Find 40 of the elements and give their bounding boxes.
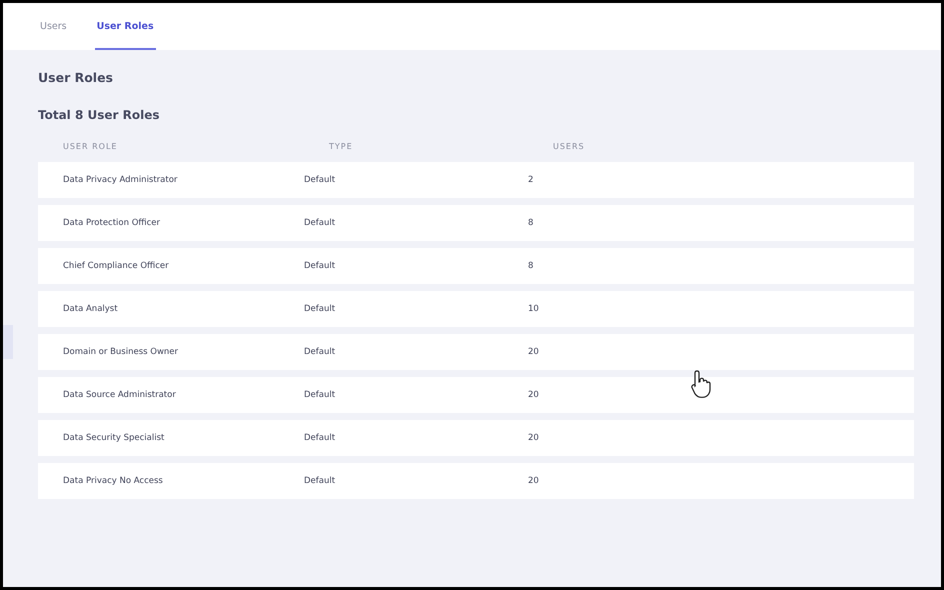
- table-cell-text: Default: [304, 261, 336, 271]
- table-cell-text: Data Analyst: [63, 304, 119, 314]
- table-cell-text: Data Privacy Administrator: [63, 175, 178, 185]
- table-cell-text: Domain or Business Owner: [63, 347, 180, 357]
- table-row[interactable]: Data Source Administrator Default 20: [38, 377, 914, 413]
- page-title: User Roles: [38, 70, 114, 85]
- table-row[interactable]: Data Privacy No Access Default 20: [38, 463, 914, 499]
- table-row[interactable]: Data Privacy Administrator Default 2: [38, 162, 914, 198]
- table-row[interactable]: Chief Compliance Officer Default 8: [38, 248, 914, 284]
- column-header: USERS: [552, 142, 586, 151]
- tab[interactable]: User Roles: [94, 3, 156, 50]
- total-count: Total 8 User Roles: [38, 108, 160, 122]
- table-row[interactable]: Data Analyst Default 10: [38, 291, 914, 327]
- table-cell-text: 20: [528, 390, 540, 400]
- table-cell-text: Default: [304, 390, 336, 400]
- table-cell-text: Chief Compliance Officer: [63, 261, 170, 271]
- table-cell-text: Default: [304, 218, 336, 228]
- table-cell-text: Data Security Specialist: [63, 433, 166, 443]
- side-handle[interactable]: [3, 325, 13, 359]
- column-header: USER ROLE: [62, 142, 118, 151]
- table-cell-text: 20: [528, 433, 540, 443]
- table-cell-text: Data Privacy No Access: [63, 476, 164, 486]
- table-cell-text: 2: [528, 175, 534, 185]
- table-cell-text: Default: [304, 175, 336, 185]
- table-cell-text: Data Source Administrator: [63, 390, 177, 400]
- table-cell-text: Data Protection Officer: [63, 218, 162, 228]
- hand-cursor-icon: [691, 369, 713, 399]
- column-header: TYPE: [328, 142, 354, 151]
- table-row[interactable]: Data Security Specialist Default 20: [38, 420, 914, 456]
- table-row[interactable]: Data Protection Officer Default 8: [38, 205, 914, 241]
- table-row[interactable]: Domain or Business Owner Default 20: [38, 334, 914, 370]
- table-cell-text: Default: [304, 476, 336, 486]
- table-cell-text: Default: [304, 433, 336, 443]
- table-cell-text: 20: [528, 476, 540, 486]
- table-cell-text: 8: [528, 218, 534, 228]
- table-cell-text: Default: [304, 304, 336, 314]
- table-cell-text: 10: [528, 304, 540, 314]
- table-cell-text: 20: [528, 347, 540, 357]
- table-cell-text: 8: [528, 261, 534, 271]
- table-cell-text: Default: [304, 347, 336, 357]
